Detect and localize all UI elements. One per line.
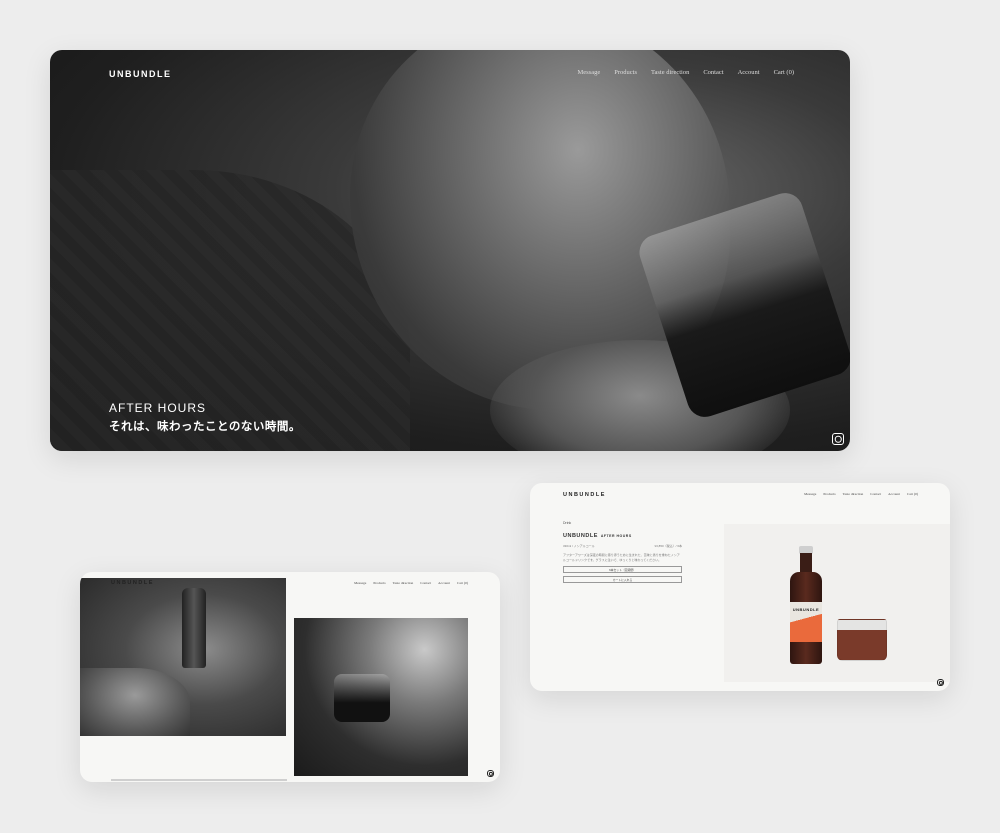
product-title-brand: UNBUNDLE bbox=[563, 533, 598, 539]
nav-products[interactable]: Products bbox=[614, 69, 637, 76]
bottle-image bbox=[182, 588, 206, 668]
product-subtitle: AFTER HOURS bbox=[600, 534, 632, 538]
hero-page: UNBUNDLE Message Products Taste directio… bbox=[50, 50, 850, 451]
gallery-page: UNBUNDLE Message Products Taste directio… bbox=[80, 572, 500, 782]
nav-account[interactable]: Account bbox=[888, 492, 900, 496]
nav-products[interactable]: Products bbox=[373, 581, 385, 585]
nav-contact[interactable]: Contact bbox=[703, 69, 723, 76]
nav-taste-direction[interactable]: Taste direction bbox=[651, 69, 689, 76]
product-photo: UNBUNDLE bbox=[724, 524, 950, 682]
brand-logo[interactable]: UNBUNDLE bbox=[563, 492, 606, 498]
main-nav: Message Products Taste direction Contact… bbox=[804, 492, 918, 496]
breadcrumb[interactable]: Drink bbox=[563, 521, 682, 525]
nav-message[interactable]: Message bbox=[577, 69, 600, 76]
main-nav: Message Products Taste direction Contact… bbox=[577, 69, 794, 76]
hero-tagline-jp: それは、味わったことのない時間。 bbox=[109, 421, 301, 433]
nav-cart[interactable]: Cart (0) bbox=[457, 581, 468, 585]
product-meta: 330ml / ノンアルコール ¥3,850（税込）/ 6本 bbox=[563, 544, 682, 548]
product-title: UNBUNDLE AFTER HOURS bbox=[563, 533, 682, 539]
add-to-cart-button[interactable]: カートに入れる bbox=[563, 576, 682, 583]
nav-account[interactable]: Account bbox=[438, 581, 450, 585]
brand-logo[interactable]: UNBUNDLE bbox=[109, 69, 172, 79]
product-info: Drink UNBUNDLE AFTER HOURS 330ml / ノンアルコー… bbox=[563, 521, 682, 583]
product-page: UNBUNDLE Message Products Taste directio… bbox=[530, 483, 950, 691]
instagram-icon[interactable] bbox=[487, 770, 494, 777]
product-description: アフターアワーズは深夜の時間に寄り添うために生まれた、苦味と香りを重ねたノンアル… bbox=[563, 553, 680, 562]
nav-contact[interactable]: Contact bbox=[870, 492, 881, 496]
product-volume: 330ml / ノンアルコール bbox=[563, 544, 595, 548]
bottle-image: UNBUNDLE bbox=[790, 546, 822, 664]
hero-tagline: AFTER HOURS それは、味わったことのない時間。 bbox=[109, 401, 301, 434]
hand-image bbox=[80, 668, 190, 736]
nav-products[interactable]: Products bbox=[823, 492, 835, 496]
brand-logo[interactable]: UNBUNDLE bbox=[111, 580, 154, 586]
glass-image bbox=[837, 619, 887, 661]
gallery-photo-woman bbox=[294, 618, 468, 776]
nav-account[interactable]: Account bbox=[738, 69, 760, 76]
option-select-button[interactable]: 6本セット（定期便） bbox=[563, 566, 682, 573]
nav-taste-direction[interactable]: Taste direction bbox=[393, 581, 414, 585]
instagram-icon[interactable] bbox=[937, 679, 944, 686]
scroll-indicator bbox=[111, 779, 287, 781]
nav-cart[interactable]: Cart (0) bbox=[907, 492, 918, 496]
nav-cart[interactable]: Cart (0) bbox=[774, 69, 794, 76]
gallery-photo-bottle bbox=[80, 578, 286, 736]
bottle-label-text: UNBUNDLE bbox=[792, 607, 820, 612]
instagram-icon[interactable] bbox=[832, 433, 844, 445]
main-nav: Message Products Taste direction Contact… bbox=[354, 581, 468, 585]
hero-tagline-en: AFTER HOURS bbox=[109, 401, 207, 415]
glass-image bbox=[334, 674, 390, 722]
nav-contact[interactable]: Contact bbox=[420, 581, 431, 585]
nav-message[interactable]: Message bbox=[354, 581, 366, 585]
product-price: ¥3,850（税込）/ 6本 bbox=[654, 544, 682, 548]
nav-message[interactable]: Message bbox=[804, 492, 816, 496]
nav-taste-direction[interactable]: Taste direction bbox=[843, 492, 864, 496]
